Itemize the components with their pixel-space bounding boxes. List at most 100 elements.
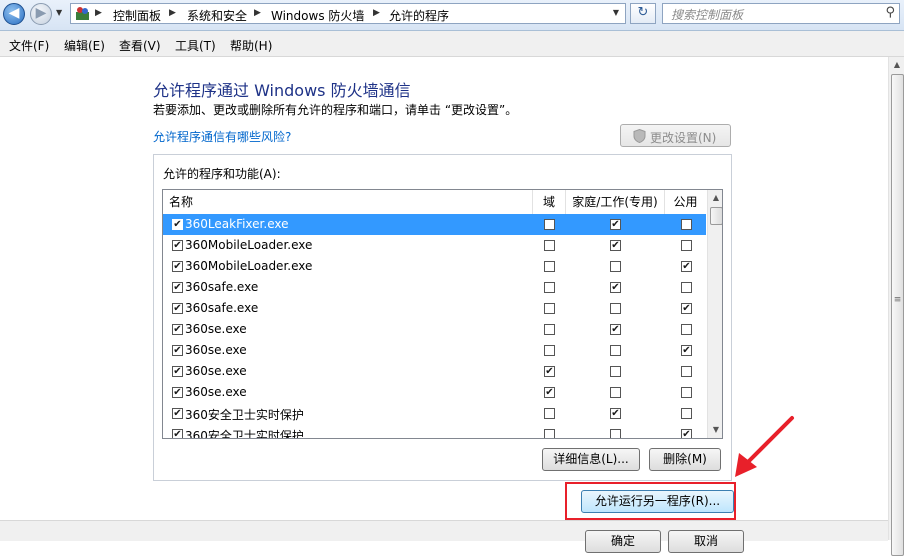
scroll-down-icon[interactable]: ▼ <box>708 422 722 438</box>
refresh-icon[interactable]: ↻ <box>630 3 656 24</box>
home-work-checkbox[interactable]: ✔ <box>610 219 621 230</box>
program-name: 360safe.exe <box>185 280 259 294</box>
row-enabled-checkbox[interactable]: ✔ <box>172 345 183 356</box>
public-checkbox[interactable] <box>681 408 692 419</box>
search-input[interactable] <box>669 5 873 24</box>
public-checkbox[interactable]: ✔ <box>681 303 692 314</box>
public-checkbox[interactable] <box>681 240 692 251</box>
row-enabled-checkbox[interactable]: ✔ <box>172 240 183 251</box>
home-work-checkbox[interactable] <box>610 429 621 438</box>
public-checkbox[interactable] <box>681 282 692 293</box>
row-enabled-checkbox[interactable]: ✔ <box>172 408 183 419</box>
breadcrumb-allowed-programs[interactable]: 允许的程序 <box>389 7 449 24</box>
breadcrumb-separator-icon: ▶ <box>169 8 176 18</box>
program-name: 360安全卫士实时保护 <box>185 408 304 422</box>
row-enabled-checkbox[interactable]: ✔ <box>172 324 183 335</box>
list-vertical-scrollbar[interactable]: ▲ ▼ <box>707 190 722 438</box>
program-name: 360se.exe <box>185 322 247 336</box>
change-settings-button[interactable]: 更改设置(N) <box>620 124 731 147</box>
menu-file[interactable]: 文件(F) <box>9 37 49 54</box>
list-scroll-thumb[interactable] <box>710 207 722 225</box>
row-enabled-checkbox[interactable]: ✔ <box>172 387 183 398</box>
table-row[interactable]: ✔ 360LeakFixer.exe ✔ <box>163 214 706 235</box>
forward-arrow-icon[interactable]: ▶ <box>30 3 52 25</box>
delete-button[interactable]: 删除(M) <box>649 448 721 471</box>
list-header: 名称 域 家庭/工作(专用) 公用 <box>163 190 706 215</box>
domain-checkbox[interactable] <box>544 408 555 419</box>
table-row[interactable]: ✔ 360MobileLoader.exe ✔ <box>163 256 706 277</box>
public-checkbox[interactable]: ✔ <box>681 429 692 438</box>
scroll-up-icon[interactable]: ▲ <box>708 190 722 206</box>
search-box[interactable]: ⚲ <box>662 3 900 24</box>
column-header-domain[interactable]: 域 <box>533 190 566 214</box>
home-work-checkbox[interactable]: ✔ <box>610 324 621 335</box>
table-row[interactable]: ✔ 360se.exe ✔ <box>163 340 706 361</box>
domain-checkbox[interactable] <box>544 429 555 438</box>
breadcrumb-control-panel[interactable]: 控制面板 <box>113 7 161 24</box>
table-row[interactable]: ✔ 360safe.exe ✔ <box>163 298 706 319</box>
domain-checkbox[interactable]: ✔ <box>544 366 555 377</box>
table-row[interactable]: ✔ 360se.exe ✔ <box>163 319 706 340</box>
table-row[interactable]: ✔ 360MobileLoader.exe ✔ <box>163 235 706 256</box>
row-enabled-checkbox[interactable]: ✔ <box>172 366 183 377</box>
home-work-checkbox[interactable]: ✔ <box>610 408 621 419</box>
home-work-checkbox[interactable] <box>610 387 621 398</box>
home-work-checkbox[interactable] <box>610 366 621 377</box>
program-name: 360LeakFixer.exe <box>185 217 289 231</box>
menu-view[interactable]: 查看(V) <box>119 37 161 54</box>
row-enabled-checkbox[interactable]: ✔ <box>172 303 183 314</box>
page-vertical-scrollbar[interactable]: ▲ ≡ <box>888 57 904 556</box>
bottom-button-bar <box>0 520 888 541</box>
row-enabled-checkbox[interactable]: ✔ <box>172 261 183 272</box>
public-checkbox[interactable]: ✔ <box>681 261 692 272</box>
domain-checkbox[interactable] <box>544 282 555 293</box>
ok-button[interactable]: 确定 <box>585 530 661 553</box>
back-arrow-icon[interactable]: ◀ <box>3 3 25 25</box>
public-checkbox[interactable] <box>681 219 692 230</box>
domain-checkbox[interactable] <box>544 240 555 251</box>
address-dropdown-icon[interactable]: ▼ <box>613 8 619 17</box>
row-enabled-checkbox[interactable]: ✔ <box>172 282 183 293</box>
table-row[interactable]: ✔ 360se.exe ✔ <box>163 382 706 403</box>
public-checkbox[interactable] <box>681 387 692 398</box>
domain-checkbox[interactable]: ✔ <box>544 387 555 398</box>
home-work-checkbox[interactable] <box>610 261 621 272</box>
cancel-button[interactable]: 取消 <box>668 530 744 553</box>
table-row[interactable]: ✔ 360se.exe ✔ <box>163 361 706 382</box>
home-work-checkbox[interactable]: ✔ <box>610 282 621 293</box>
page-scroll-thumb[interactable]: ≡ <box>891 74 904 556</box>
domain-checkbox[interactable] <box>544 324 555 335</box>
menu-tools[interactable]: 工具(T) <box>175 37 216 54</box>
home-work-checkbox[interactable] <box>610 345 621 356</box>
domain-checkbox[interactable] <box>544 303 555 314</box>
column-header-public[interactable]: 公用 <box>665 190 706 214</box>
domain-checkbox[interactable] <box>544 219 555 230</box>
control-panel-icon <box>76 7 89 20</box>
public-checkbox[interactable] <box>681 366 692 377</box>
table-row[interactable]: ✔ 360安全卫士实时保护 ✔ <box>163 424 706 438</box>
public-checkbox[interactable] <box>681 324 692 335</box>
domain-checkbox[interactable] <box>544 261 555 272</box>
breadcrumb-windows-firewall[interactable]: Windows 防火墙 <box>271 7 364 24</box>
table-row[interactable]: ✔ 360安全卫士实时保护 ✔ <box>163 403 706 424</box>
menu-help[interactable]: 帮助(H) <box>230 37 272 54</box>
address-bar[interactable]: ▶ 控制面板 ▶ 系统和安全 ▶ Windows 防火墙 ▶ 允许的程序 ▼ <box>70 3 626 24</box>
domain-checkbox[interactable] <box>544 345 555 356</box>
column-header-home-work[interactable]: 家庭/工作(专用) <box>566 190 665 214</box>
home-work-checkbox[interactable] <box>610 303 621 314</box>
breadcrumb-system-security[interactable]: 系统和安全 <box>187 7 247 24</box>
table-row[interactable]: ✔ 360safe.exe ✔ <box>163 277 706 298</box>
menu-edit[interactable]: 编辑(E) <box>64 37 105 54</box>
column-header-name[interactable]: 名称 <box>163 190 533 214</box>
row-enabled-checkbox[interactable]: ✔ <box>172 219 183 230</box>
search-icon[interactable]: ⚲ <box>885 5 895 20</box>
details-button[interactable]: 详细信息(L)... <box>542 448 640 471</box>
history-dropdown-icon[interactable]: ▼ <box>56 8 66 22</box>
risk-link[interactable]: 允许程序通信有哪些风险? <box>153 128 291 145</box>
page-scroll-up-icon[interactable]: ▲ <box>889 57 904 73</box>
programs-list[interactable]: 名称 域 家庭/工作(专用) 公用 ✔ 360LeakFixer.exe ✔ ✔ 360… <box>162 189 723 439</box>
home-work-checkbox[interactable]: ✔ <box>610 240 621 251</box>
annotation-highlight-box <box>565 482 736 520</box>
public-checkbox[interactable]: ✔ <box>681 345 692 356</box>
row-enabled-checkbox[interactable]: ✔ <box>172 429 183 438</box>
